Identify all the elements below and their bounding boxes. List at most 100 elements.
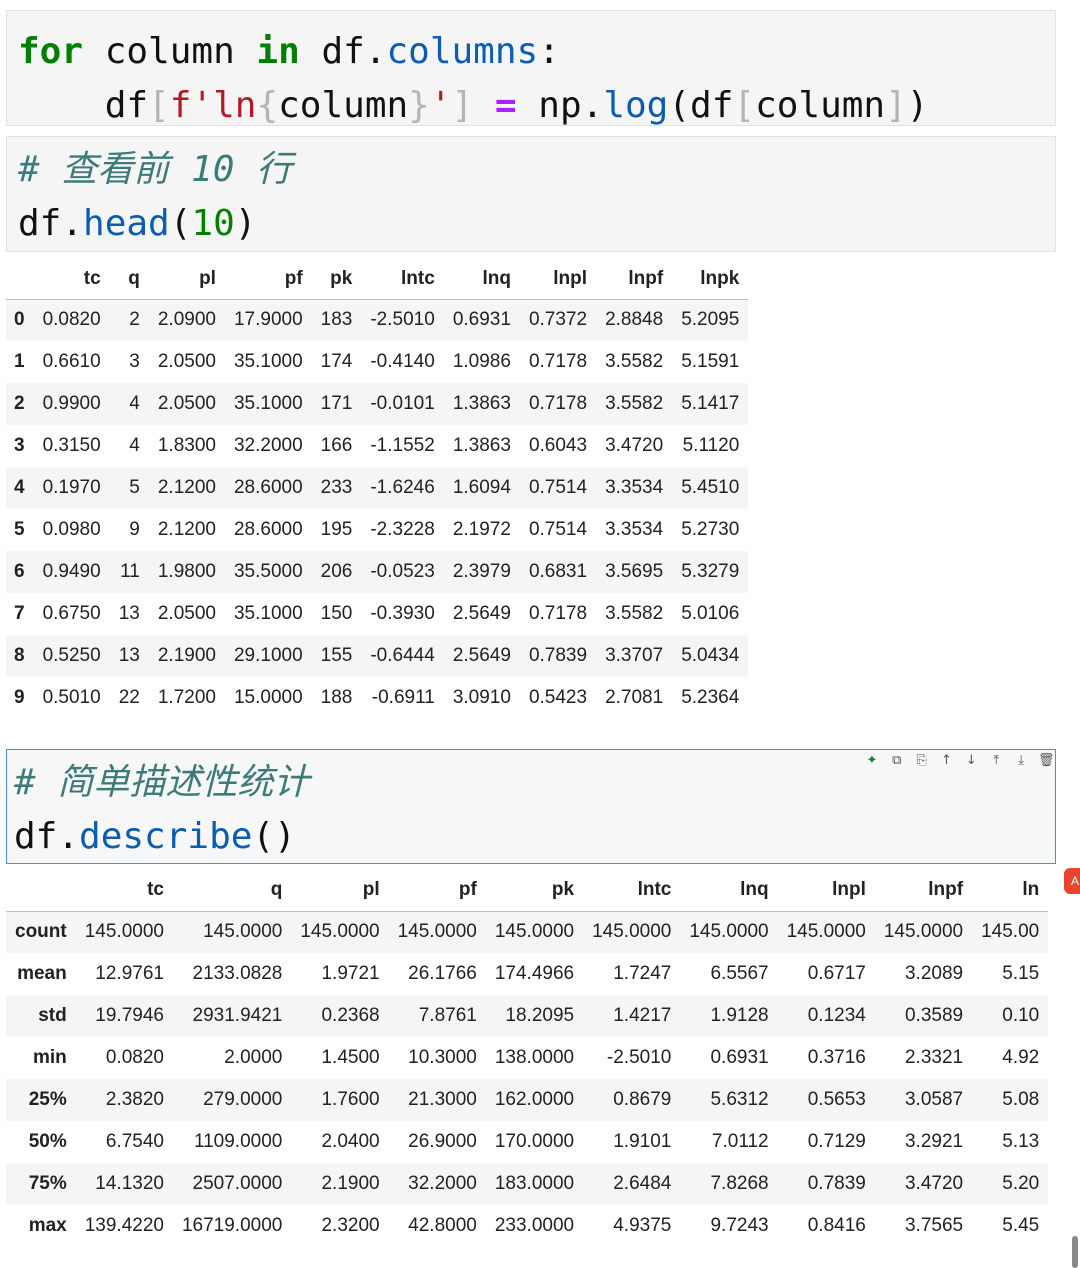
table-cell: 0.3589: [904, 1005, 964, 1026]
column-header: pk: [485, 869, 584, 912]
table-cell: 2.3321: [904, 1047, 964, 1068]
table-cell: 1.9101: [613, 1131, 672, 1152]
table-cell: 2507.0000: [192, 1173, 283, 1194]
column-header: pl: [291, 869, 389, 912]
table-cell: 6.5567: [710, 963, 769, 984]
table-cell: 174.4966: [494, 963, 575, 984]
table-cell: 21.3000: [408, 1089, 477, 1110]
table-cell: 1.4500: [321, 1047, 380, 1068]
table-cell: 16719.0000: [181, 1215, 283, 1236]
table-cell: 12.9761: [95, 963, 164, 984]
table-cell: 14.1320: [95, 1173, 164, 1194]
table-cell: 145.0000: [883, 921, 964, 943]
table-cell: 145.0000: [786, 921, 866, 943]
table-cell: 2.1900: [321, 1173, 380, 1194]
scrollbar-thumb[interactable]: [1072, 1236, 1078, 1268]
column-header: [6, 869, 76, 912]
table-cell: 3.4720: [904, 1173, 964, 1194]
row-index: count: [15, 921, 67, 943]
row-index: min: [32, 1047, 67, 1068]
table-row: mean 12.9761 2133.0828 1.9721 26.1766 174.496…: [6, 953, 1048, 995]
table-cell: 1.9128: [710, 1005, 769, 1026]
table-row: std 19.7946 2931.9421 0.2368 7.8761 18.2095 1.…: [6, 995, 1049, 1037]
row-index: 25%: [28, 1089, 67, 1110]
table-row: 50% 6.7540 1109.0000 2.0400 26.9000 170.0000 1…: [6, 1121, 1048, 1163]
table-cell: 7.8761: [418, 1005, 477, 1026]
row-index: std: [38, 1005, 67, 1026]
table-cell: 2.6484: [613, 1173, 672, 1194]
table-row: 75% 14.1320 2507.0000 2.1900 32.2000 183.0000…: [6, 1163, 1049, 1205]
table-cell: 42.8000: [408, 1215, 477, 1236]
table-cell: 6.7540: [105, 1131, 164, 1152]
table-cell: 2.0400: [321, 1131, 380, 1152]
table-cell: 0.7129: [807, 1131, 866, 1152]
table-cell: 7.8268: [710, 1173, 769, 1194]
table-cell: 19.7946: [95, 1005, 164, 1026]
table-cell: 0.1234: [807, 1005, 866, 1026]
table-cell: 0.6717: [807, 963, 866, 984]
table-cell: 145.0000: [84, 921, 164, 943]
table-cell: 138.0000: [494, 1047, 575, 1068]
column-header: ln: [972, 869, 1049, 912]
table-cell: 162.0000: [494, 1089, 575, 1110]
table-cell: 0.8679: [613, 1089, 672, 1110]
side-badge-icon[interactable]: A: [1064, 868, 1080, 894]
column-header: tc: [75, 869, 173, 912]
table-cell: 145.0000: [203, 921, 283, 943]
column-header: lntc: [583, 869, 681, 912]
table-cell: 0.7839: [807, 1173, 866, 1194]
table-row: min 0.0820 2.0000 1.4500 10.3000 138.0000 -2.5…: [6, 1037, 1048, 1079]
table-cell: 145.00: [981, 921, 1040, 943]
table-cell: 145.0000: [689, 921, 769, 943]
table-cell: 145.0000: [300, 921, 380, 943]
table-cell: 0.3716: [807, 1047, 866, 1068]
table-cell: 145.0000: [494, 921, 575, 943]
column-header: q: [172, 869, 292, 912]
table-cell: 1.7600: [321, 1089, 380, 1110]
table-cell: 2931.9421: [192, 1005, 283, 1026]
table-cell: 2.3200: [321, 1215, 380, 1236]
table-cell: 0.10: [1002, 1005, 1040, 1026]
table-row: count 145.0000 145.0000 145.0000 145.0000 145…: [6, 911, 1049, 953]
table-cell: 3.7565: [904, 1215, 964, 1236]
table-cell: -2.5010: [606, 1047, 672, 1068]
table-cell: 183.0000: [494, 1173, 575, 1194]
table-cell: 5.20: [1002, 1173, 1040, 1194]
column-header: pf: [388, 869, 486, 912]
row-index: max: [28, 1215, 67, 1236]
table-cell: 0.0820: [105, 1047, 164, 1068]
table-row: 25% 2.3820 279.0000 1.7600 21.3000 162.0000 0.…: [6, 1079, 1049, 1121]
table-cell: 2.0000: [224, 1047, 283, 1068]
table-cell: 5.15: [1002, 963, 1040, 984]
table-cell: 9.7243: [710, 1215, 769, 1236]
table-cell: 5.13: [1002, 1131, 1040, 1152]
table-cell: 18.2095: [505, 1005, 575, 1026]
table-cell: 170.0000: [494, 1131, 575, 1152]
table-cell: 26.1766: [408, 963, 477, 984]
table-row: max 139.4220 16719.0000 2.3200 42.8000 233.00…: [6, 1205, 1048, 1247]
table-cell: 145.0000: [592, 921, 672, 943]
table-cell: 2.3820: [105, 1089, 164, 1110]
row-index: 75%: [28, 1173, 67, 1194]
table-cell: 1.7247: [613, 963, 672, 984]
column-header: lnq: [680, 869, 778, 912]
table-cell: 1109.0000: [193, 1131, 283, 1152]
table-cell: 233.0000: [494, 1215, 575, 1236]
table-cell: 3.2089: [904, 963, 964, 984]
table-cell: 3.0587: [904, 1089, 964, 1110]
table-cell: 0.6931: [710, 1047, 769, 1068]
describe-output-area: tc q pl pf pk lntc lnq lnpl lnpf ln count 145.0000…: [0, 0, 1064, 1268]
table-cell: 5.6312: [710, 1089, 769, 1110]
column-header: lnpf: [874, 869, 973, 912]
describe-output-table: tc q pl pf pk lntc lnq lnpl lnpf ln count 145.0000…: [6, 869, 1049, 1247]
table-cell: 32.2000: [408, 1173, 477, 1194]
row-index: 50%: [28, 1131, 67, 1152]
table-cell: 0.5653: [807, 1089, 866, 1110]
table-cell: 4.92: [1002, 1047, 1040, 1068]
table-cell: 139.4220: [84, 1215, 164, 1236]
table-cell: 5.08: [1002, 1089, 1040, 1110]
table-cell: 26.9000: [408, 1131, 477, 1152]
table-cell: 0.8416: [807, 1215, 866, 1236]
table-cell: 4.9375: [613, 1215, 672, 1236]
table-cell: 145.0000: [397, 921, 477, 943]
